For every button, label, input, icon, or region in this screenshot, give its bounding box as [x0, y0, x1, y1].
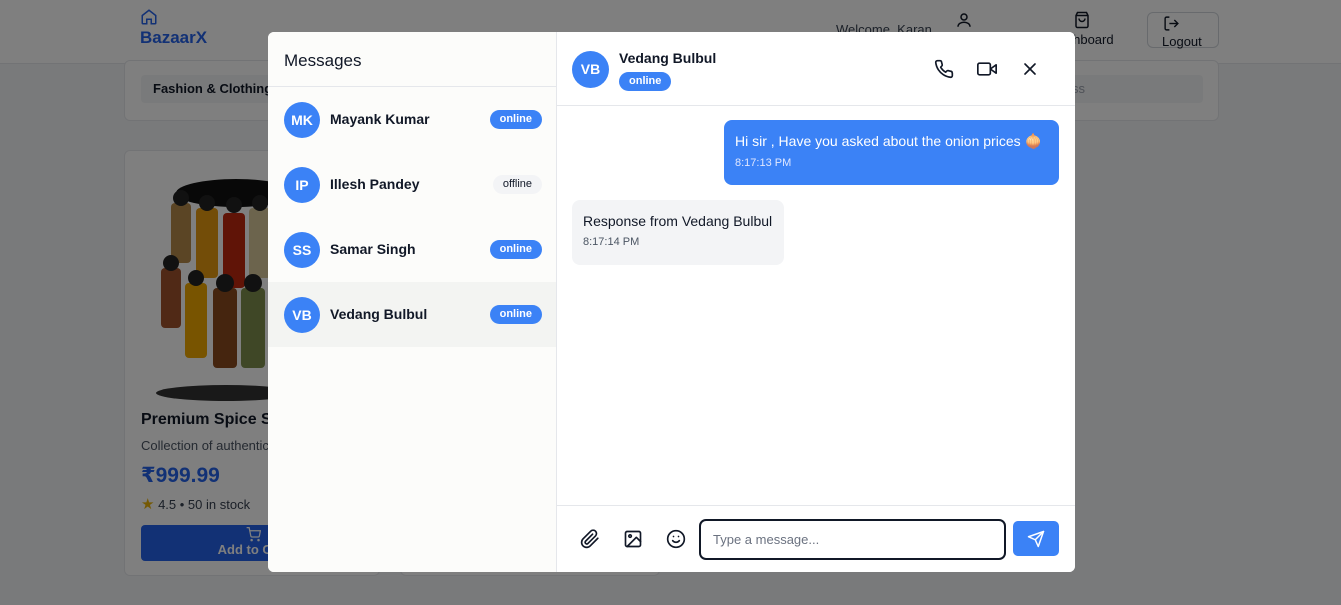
status-badge: offline	[492, 175, 542, 194]
messages-title: Messages	[268, 32, 556, 87]
contact-item[interactable]: IP Illesh Pandey offline	[268, 152, 556, 217]
contact-name: Samar Singh	[330, 241, 416, 257]
image-icon[interactable]	[623, 529, 643, 549]
emoji-icon[interactable]	[666, 529, 686, 549]
video-call-icon[interactable]	[977, 59, 997, 79]
message-input[interactable]	[699, 519, 1006, 560]
contact-name: Vedang Bulbul	[330, 306, 428, 322]
phone-icon[interactable]	[934, 59, 954, 79]
conversation-list: Messages MK Mayank Kumar online IP Illes…	[268, 32, 557, 572]
message-sent: Hi sir , Have you asked about the onion …	[724, 120, 1059, 185]
contact-name: Mayank Kumar	[330, 111, 430, 127]
status-badge: online	[489, 110, 542, 129]
avatar: VB	[284, 297, 320, 333]
avatar: SS	[284, 232, 320, 268]
status-badge: online	[489, 240, 542, 259]
chat-avatar: VB	[572, 51, 609, 88]
send-icon	[1027, 530, 1045, 548]
chat-contact-name: Vedang Bulbul	[619, 50, 717, 66]
message-received: Response from Vedang Bulbul 8:17:14 PM	[572, 200, 784, 265]
message-text: Hi sir , Have you asked about the onion …	[735, 133, 1042, 149]
contact-name: Illesh Pandey	[330, 176, 420, 192]
status-badge: online	[489, 305, 542, 324]
message-time: 8:17:14 PM	[583, 236, 640, 248]
chat-pane: VB Vedang Bulbul online Hi sir , Have yo…	[557, 32, 1075, 572]
message-text: Response from Vedang Bulbul	[583, 213, 773, 229]
send-button[interactable]	[1013, 521, 1059, 556]
chat-header: VB Vedang Bulbul online	[557, 32, 1075, 106]
contact-item-active[interactable]: VB Vedang Bulbul online	[268, 282, 556, 347]
avatar: MK	[284, 102, 320, 138]
message-composer	[557, 505, 1075, 572]
contact-item[interactable]: SS Samar Singh online	[268, 217, 556, 282]
message-time: 8:17:13 PM	[735, 157, 792, 169]
contact-item[interactable]: MK Mayank Kumar online	[268, 87, 556, 152]
messages-modal: Messages MK Mayank Kumar online IP Illes…	[268, 32, 1075, 572]
paperclip-icon[interactable]	[580, 529, 600, 549]
avatar: IP	[284, 167, 320, 203]
close-icon[interactable]	[1020, 59, 1040, 79]
chat-status-badge: online	[619, 72, 672, 91]
